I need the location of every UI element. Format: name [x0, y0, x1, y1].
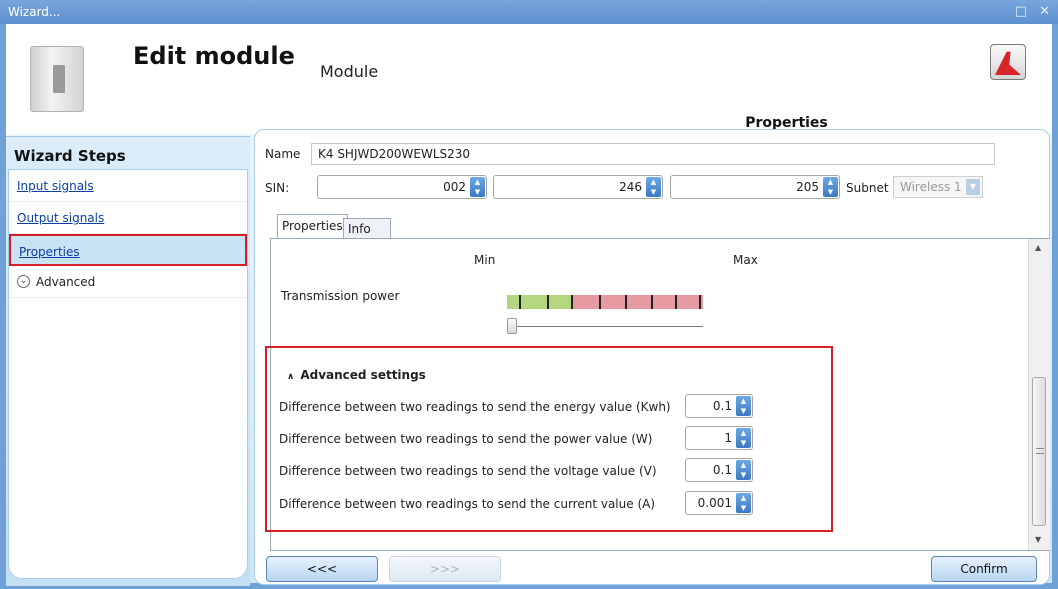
advanced-settings-title: Advanced settings [300, 368, 426, 382]
step-properties[interactable]: Properties [9, 234, 247, 266]
subnet-select[interactable]: Wireless 1 ▼ [893, 176, 983, 198]
power-diff-label: Difference between two readings to send … [279, 432, 653, 446]
wizard-window: Edit module Module Properties Wizard Ste… [0, 24, 1058, 589]
voltage-diff-field[interactable]: 0.1 ▲ ▼ [685, 458, 753, 482]
energy-diff-field[interactable]: 0.1 ▲ ▼ [685, 394, 753, 418]
scroll-down-icon[interactable]: ▼ [1035, 535, 1041, 544]
subnet-value: Wireless 1 [900, 180, 962, 194]
transmission-power-bar [507, 295, 703, 309]
spinner-icon[interactable]: ▲ ▼ [470, 177, 485, 197]
current-diff-label: Difference between two readings to send … [279, 497, 656, 511]
wizard-steps-panel: Wizard Steps Input signals Output signal… [6, 136, 250, 586]
energy-diff-label: Difference between two readings to send … [279, 400, 671, 414]
sin-field-3[interactable]: 205 ▲ ▼ [670, 175, 840, 199]
transmission-slider-track[interactable] [507, 326, 703, 327]
vertical-scrollbar[interactable]: ▲ ▼ [1028, 239, 1050, 550]
properties-content: Name K4 SHJWD200WEWLS230 SIN: 002 ▲ ▼ 246… [254, 129, 1050, 585]
window-title: Wizard... [8, 5, 61, 19]
app-logo-icon [990, 44, 1026, 80]
name-label: Name [265, 147, 301, 161]
spinner-icon[interactable]: ▲ ▼ [736, 428, 751, 448]
step-output-signals[interactable]: Output signals [9, 202, 247, 234]
transmission-power-label: Transmission power [281, 289, 400, 303]
sin-value-1: 002 [443, 180, 466, 194]
sin-field-2[interactable]: 246 ▲ ▼ [493, 175, 663, 199]
current-diff-field[interactable]: 0.001 ▲ ▼ [685, 491, 753, 515]
power-diff-field[interactable]: 1 ▲ ▼ [685, 426, 753, 450]
sin-label: SIN: [265, 181, 290, 195]
name-input[interactable]: K4 SHJWD200WEWLS230 [311, 143, 995, 165]
properties-tab-panel: Min Max Transmission power ∧ Advanced set… [270, 238, 1050, 551]
back-button[interactable]: <<< [266, 556, 378, 582]
energy-diff-value: 0.1 [712, 399, 732, 413]
max-label: Max [733, 253, 758, 267]
sin-field-1[interactable]: 002 ▲ ▼ [317, 175, 487, 199]
dropdown-arrow-icon: ▼ [966, 179, 980, 195]
min-label: Min [474, 253, 496, 267]
transmission-slider-thumb[interactable] [507, 318, 517, 334]
voltage-diff-value: 0.1 [712, 463, 732, 477]
spinner-icon[interactable]: ▲ ▼ [736, 396, 751, 416]
window-controls[interactable]: □ ✕ [1015, 0, 1054, 24]
confirm-button[interactable]: Confirm [931, 556, 1037, 582]
advanced-settings-header[interactable]: ∧ Advanced settings [287, 368, 426, 382]
tab-properties[interactable]: Properties [277, 214, 348, 239]
spinner-icon[interactable]: ▲ ▼ [823, 177, 838, 197]
collapse-icon: ∧ [287, 372, 295, 382]
current-diff-value: 0.001 [697, 496, 732, 510]
sin-value-3: 205 [796, 180, 819, 194]
wizard-steps-title: Wizard Steps [14, 147, 126, 165]
step-input-signals[interactable]: Input signals [9, 170, 247, 202]
tab-info[interactable]: Info [343, 218, 391, 239]
window-titlebar: Wizard... □ ✕ [0, 0, 1058, 24]
power-diff-value: 1 [724, 431, 732, 445]
page-subtitle: Module [320, 62, 379, 81]
scroll-up-icon[interactable]: ▲ [1035, 243, 1041, 252]
properties-panel-title: Properties [608, 106, 965, 131]
spinner-icon[interactable]: ▲ ▼ [646, 177, 661, 197]
scrollbar-thumb[interactable] [1032, 377, 1046, 526]
page-title: Edit module [133, 42, 295, 70]
sin-value-2: 246 [619, 180, 642, 194]
module-image [30, 46, 84, 112]
wizard-steps-list: Input signals Output signals Properties … [8, 169, 248, 579]
next-button[interactable]: >>> [389, 556, 501, 582]
subnet-label: Subnet [846, 181, 889, 195]
step-advanced-label: Advanced [36, 274, 96, 289]
voltage-diff-label: Difference between two readings to send … [279, 464, 657, 478]
step-advanced[interactable]: ⌄ Advanced [9, 266, 247, 298]
spinner-icon[interactable]: ▲ ▼ [736, 460, 751, 480]
spinner-icon[interactable]: ▲ ▼ [736, 493, 751, 513]
chevron-down-icon: ⌄ [17, 275, 30, 288]
